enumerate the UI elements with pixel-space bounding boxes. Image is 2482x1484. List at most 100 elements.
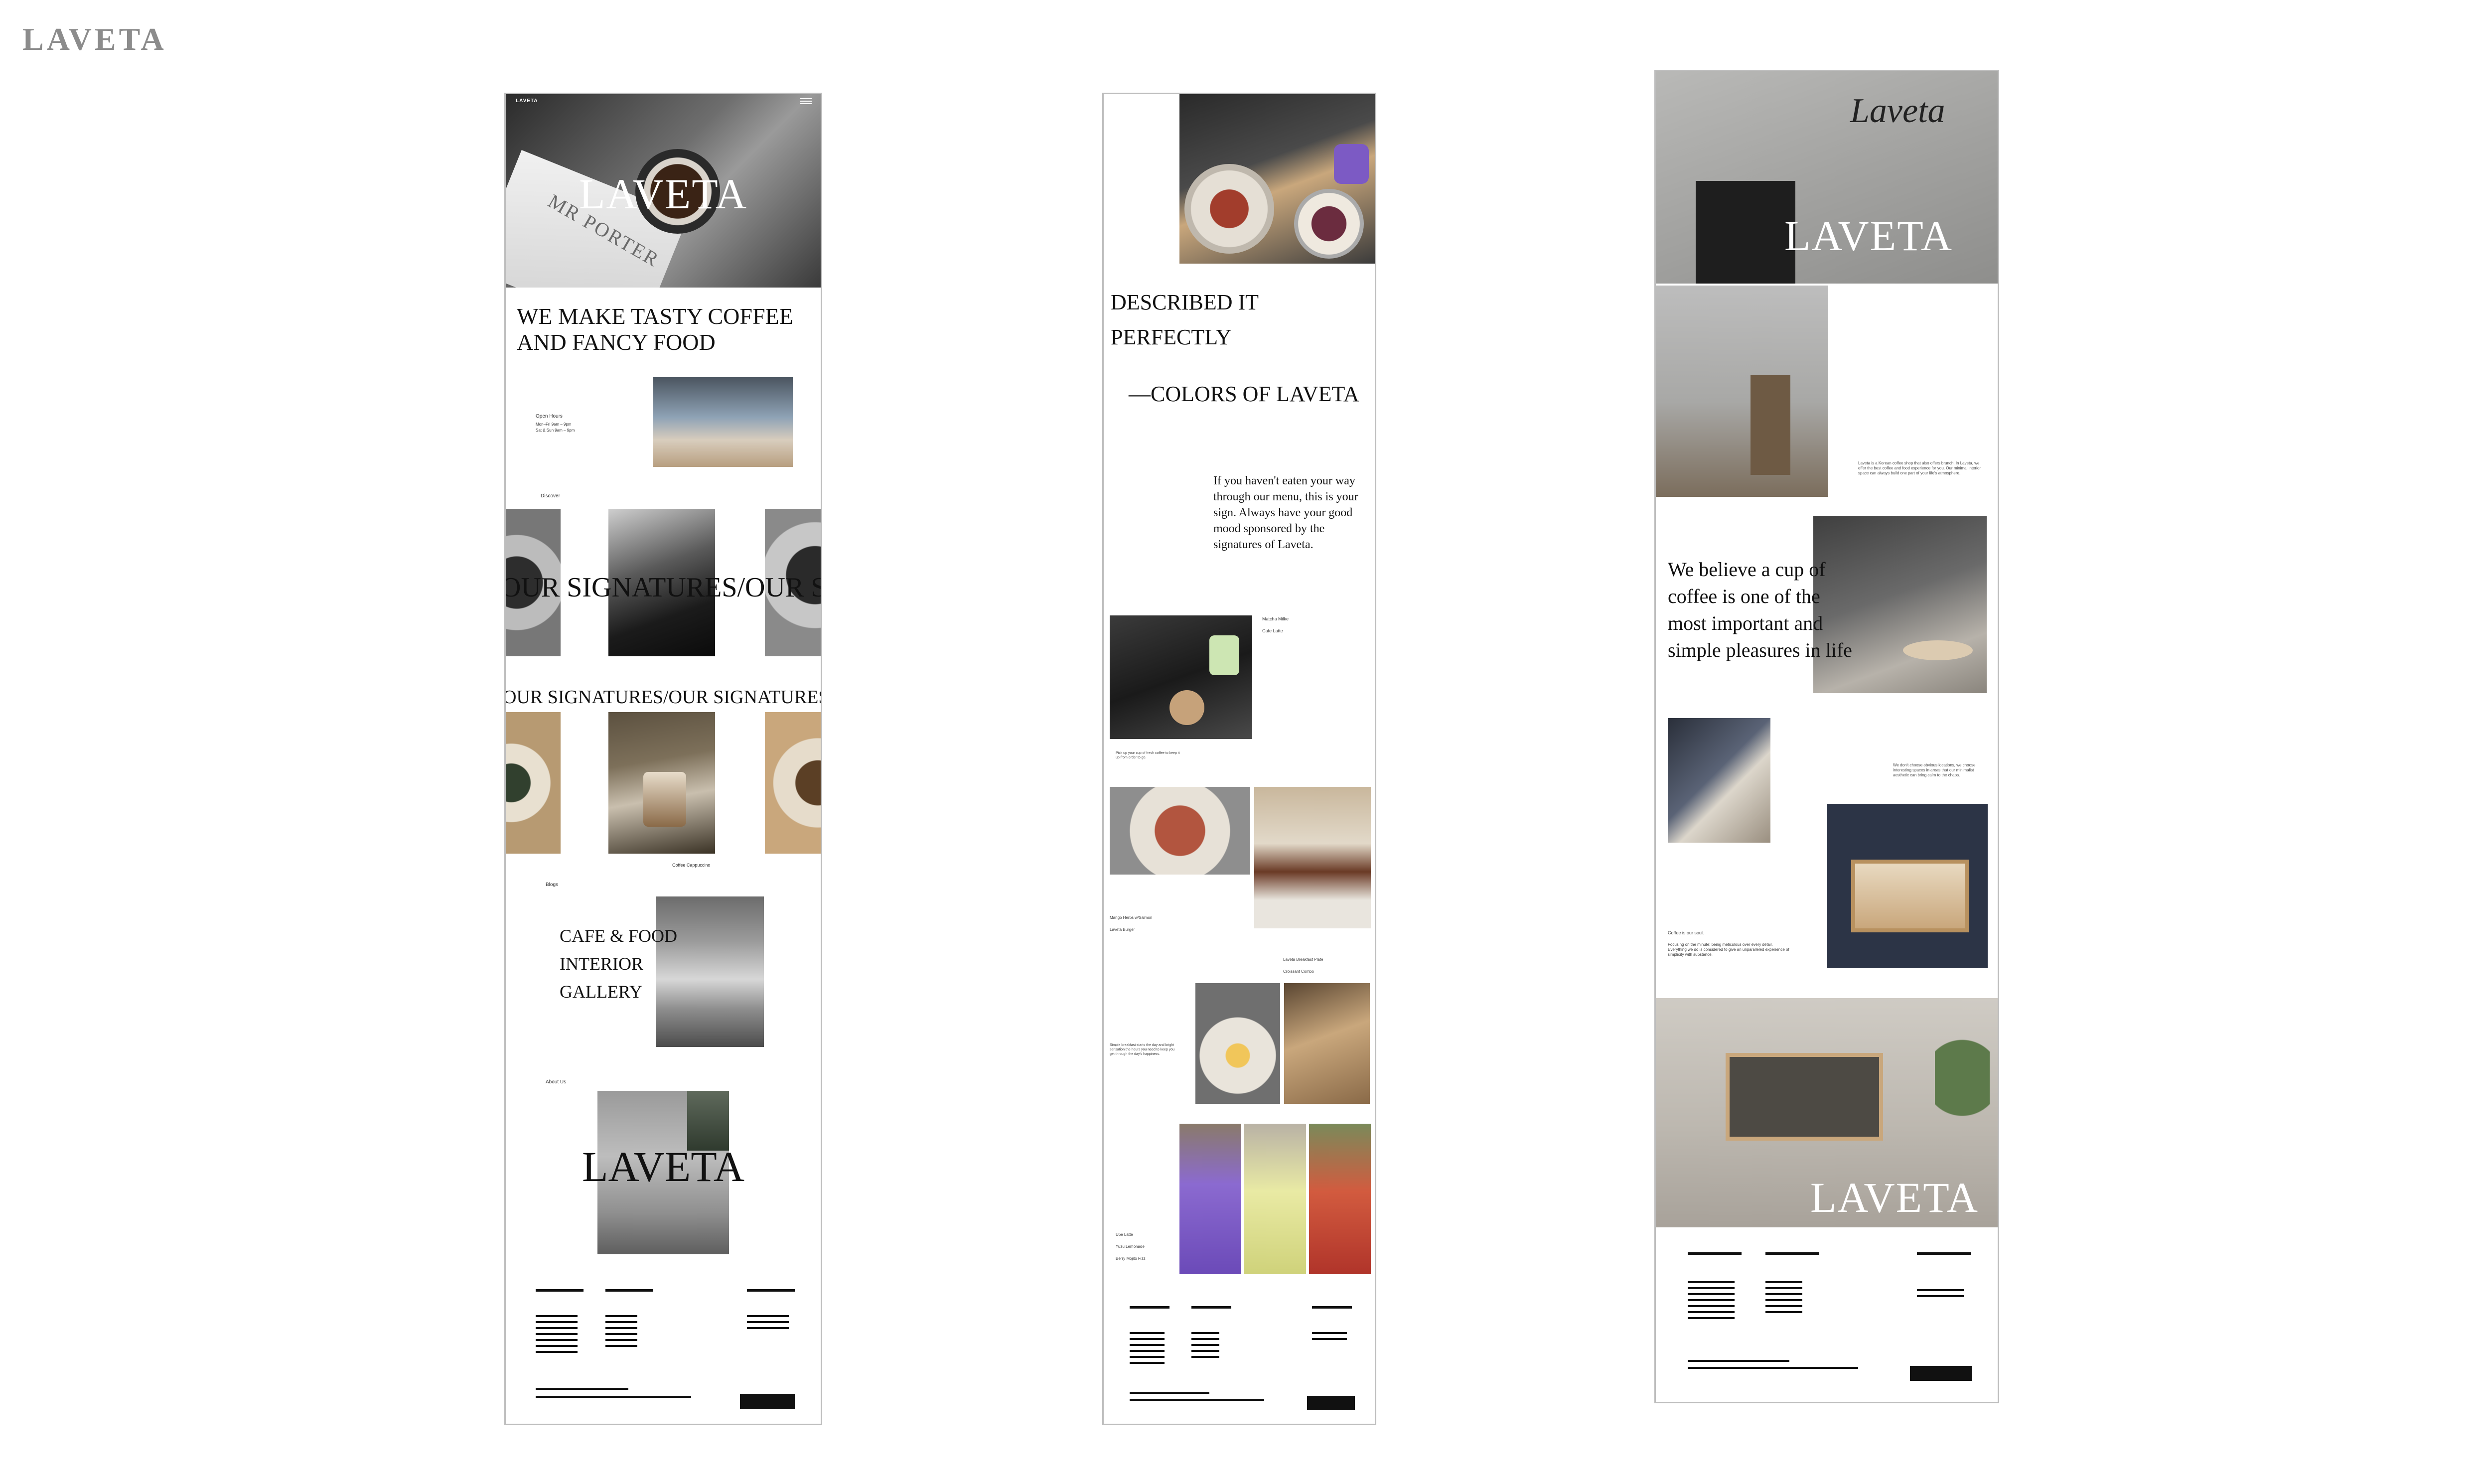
open-hours-line-2: Sat & Sun 9am – 9pm (536, 428, 575, 433)
menu-footer-col1-links[interactable] (1130, 1332, 1165, 1368)
about-hero-signage: Laveta (1850, 92, 1945, 130)
brand-logo[interactable]: LAVETA (22, 21, 167, 58)
footer-col3-heading (747, 1289, 795, 1292)
gallery-title-line-1[interactable]: CAFE & FOOD (560, 925, 677, 946)
latte-cup (1169, 690, 1204, 725)
caption-coffee-cappuccino: Coffee Cappuccino (672, 863, 711, 868)
breakfast-plate-photo (1195, 983, 1280, 1104)
belief-line-2: coffee is one of the (1668, 585, 1820, 607)
cappuccino-cup (643, 772, 686, 827)
gallery-title-line-2[interactable]: INTERIOR (560, 953, 643, 974)
matcha-cup (1209, 635, 1239, 675)
belief-line-1: We believe a cup of (1668, 558, 1826, 581)
salmon-bowl-photo (1110, 787, 1250, 875)
about-footer-col3-heading (1917, 1252, 1971, 1255)
about-title: LAVETA (582, 1143, 744, 1190)
about-hero-door (1696, 181, 1795, 284)
about-facade-photo: LAVETA (1656, 998, 1998, 1227)
about-footer-line-long (1688, 1367, 1858, 1369)
menu-footer-col2-links[interactable] (1191, 1332, 1219, 1362)
menu-item-berry-mojito[interactable]: Berry Mojito Fizz (1116, 1255, 1146, 1262)
menu-footer-line-long (1130, 1399, 1264, 1401)
belief-line-3: most important and (1668, 612, 1823, 634)
about-footer-col2-heading (1765, 1252, 1819, 1255)
menu-hero-plate (1184, 164, 1274, 254)
hamburger-menu-icon[interactable] (800, 98, 812, 104)
footer-col1-heading (536, 1289, 584, 1292)
about-footer-col2-links[interactable] (1765, 1281, 1802, 1317)
footer-col3-links[interactable] (747, 1315, 789, 1333)
hero-coffee-photo: MR PORTER LAVETA (506, 94, 821, 288)
menu-item-yuzu-lemonade[interactable]: Yuzu Lemonade (1116, 1243, 1145, 1250)
menu-footer-col1-heading (1130, 1306, 1169, 1309)
menu-item-breakfast-plate[interactable]: Laveta Breakfast Plate (1283, 956, 1323, 963)
marquee-signatures-large: OUR SIGNATURES/OUR SIGNATURES/OUR SIGNAT… (504, 572, 821, 603)
berry-mojito-photo (1309, 1124, 1371, 1274)
hero-title: LAVETA (579, 170, 747, 218)
footer-bottom-line-long (536, 1396, 691, 1398)
burger-photo (1254, 787, 1371, 928)
menu-headline-line-1: DESCRIBED IT (1111, 290, 1259, 314)
menu-item-croissant[interactable]: Croissant Combo (1283, 968, 1314, 975)
about-footer-col1-links[interactable] (1688, 1281, 1735, 1323)
croissant-tray-photo (1284, 983, 1370, 1104)
breakfast-caption: Simple breakfast starts the day and brig… (1110, 1043, 1174, 1056)
open-hours-label: Open Hours (536, 414, 563, 419)
about-entrance-photo (1656, 286, 1828, 497)
menu-subhead: —COLORS OF LAVETA (1129, 382, 1359, 406)
ube-latte-photo (1179, 1124, 1241, 1274)
belief-line-4: simple pleasures in life (1668, 639, 1852, 661)
about-footer-title: LAVETA (1810, 1174, 1979, 1221)
home-page-mockup: LAVETA MR PORTER LAVETA WE MAKE TASTY CO… (504, 93, 822, 1425)
menu-footer-line-short (1130, 1392, 1209, 1394)
footer-bottom-line-short (536, 1388, 628, 1390)
home-headline: WE MAKE TASTY COFFEE AND FANCY FOOD (517, 303, 793, 355)
menu-page-mockup: DESCRIBED IT PERFECTLY —COLORS OF LAVETA… (1102, 93, 1376, 1425)
signature-cappuccino (608, 712, 715, 854)
menu-headline-line-2: PERFECTLY (1111, 325, 1232, 349)
about-footer-col1-heading (1688, 1252, 1742, 1255)
menu-intro-text: If you haven't eaten your way through ou… (1213, 474, 1358, 551)
blogs-label[interactable]: Blogs (546, 882, 558, 889)
about-hero-wall-photo: Laveta LAVETA (1656, 71, 1998, 284)
footer-cta-button[interactable] (740, 1394, 795, 1409)
gallery-title-line-3[interactable]: GALLERY (560, 981, 642, 1002)
menu-hero-table-photo (1179, 94, 1375, 264)
menu-item-burger[interactable]: Laveta Burger (1110, 926, 1135, 933)
about-footer-line-short (1688, 1360, 1789, 1362)
about-easel-photo (1668, 718, 1770, 843)
about-footer-cta-button[interactable] (1910, 1366, 1972, 1381)
soul-title: Coffee is our soul. (1668, 930, 1704, 935)
matcha-caption: Pick up your cup of fresh coffee to keep… (1116, 751, 1180, 759)
footer-col2-links[interactable] (605, 1315, 637, 1351)
about-entrance-cabinet (1751, 375, 1790, 475)
yuzu-lemonade-photo (1244, 1124, 1306, 1274)
menu-item-matcha[interactable]: Matcha Milke (1262, 615, 1289, 622)
menu-hero-purple-drink (1334, 144, 1369, 184)
menu-footer-col3-links[interactable] (1312, 1332, 1347, 1344)
nav-logo[interactable]: LAVETA (516, 98, 538, 104)
about-footer-col3-links[interactable] (1917, 1289, 1964, 1301)
about-facade-plant (1935, 1018, 1990, 1168)
marquee-signatures-small: OUR SIGNATURES/OUR SIGNATURES/OUR SIGNAT… (504, 687, 821, 708)
signature-dish-left (506, 712, 561, 854)
about-interior-room-photo (1813, 516, 1987, 693)
about-round-table (1903, 640, 1973, 660)
soul-text: Focusing on the minute: being meticulous… (1668, 942, 1789, 957)
menu-footer-col2-heading (1191, 1306, 1231, 1309)
menu-item-cafe-latte[interactable]: Cafe Latte (1262, 627, 1283, 634)
menu-item-ube-latte[interactable]: Ube Latte (1116, 1231, 1133, 1238)
discover-label[interactable]: Discover (541, 493, 560, 500)
menu-footer-cta-button[interactable] (1307, 1396, 1355, 1410)
footer-col1-links[interactable] (536, 1315, 578, 1357)
menu-item-salmon[interactable]: Mango Herbs w/Salmon (1110, 914, 1152, 921)
about-facade-window (1726, 1053, 1883, 1141)
locations-text: We don't choose obvious locations, we ch… (1893, 763, 1976, 777)
about-page-mockup: Laveta LAVETA Laveta is a Korean coffee … (1654, 70, 1999, 1403)
about-window-navy-photo (1827, 804, 1988, 968)
about-label[interactable]: About Us (546, 1079, 566, 1086)
footer-col2-heading (605, 1289, 653, 1292)
menu-hero-bowl (1294, 189, 1364, 259)
cafe-interior-thumb (653, 377, 793, 467)
menu-footer-col3-heading (1312, 1306, 1352, 1309)
